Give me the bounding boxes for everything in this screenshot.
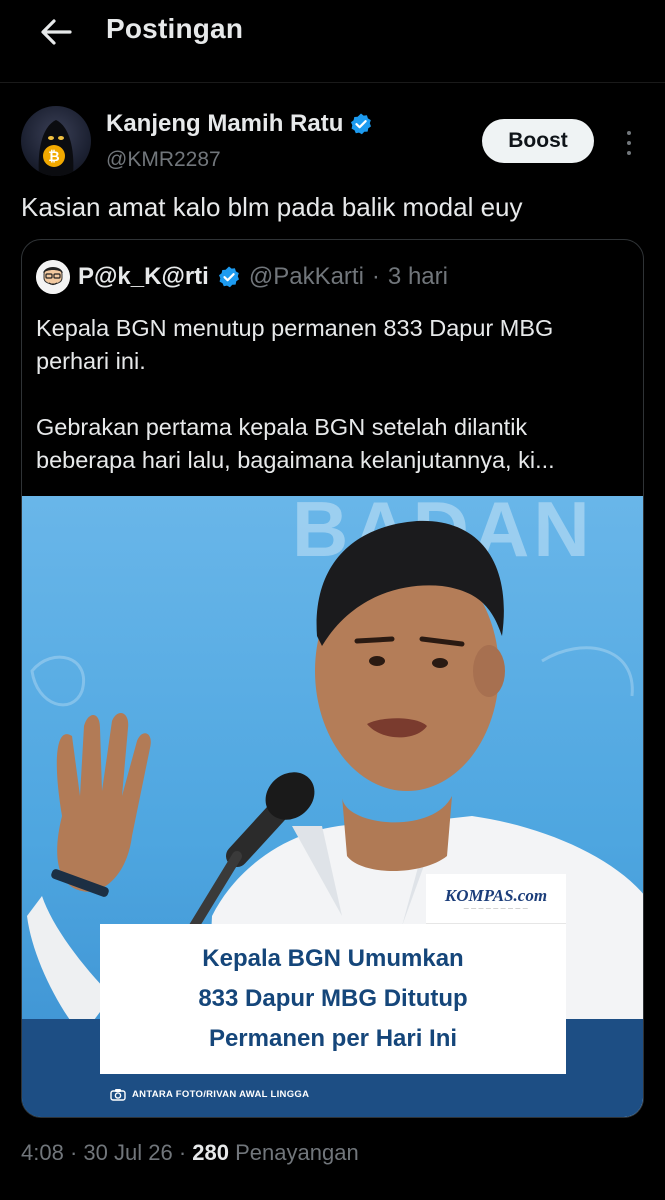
verified-badge-icon [351,113,372,135]
meta-separator: · [371,263,380,290]
top-bar: Postingan [0,0,665,62]
boost-button[interactable]: Boost [482,119,594,163]
header-divider [0,82,665,83]
quoted-avatar [36,260,70,294]
svg-text:₿: ₿ [48,149,59,165]
quoted-paragraph: Kepala BGN menutup permanen 833 Dapur MB… [36,315,554,374]
avatar-image: ₿ [38,120,74,176]
post-meta-footer: 4:08 · 30 Jul 26 · 280 Penayangan [21,1140,359,1166]
quoted-paragraph: Gebrakan pertama kepala BGN setelah dila… [36,414,555,473]
author-name-row[interactable]: Kanjeng Mamih Ratu [106,110,373,138]
quoted-timestamp: 3 hari [387,263,448,290]
post-text: Kasian amat kalo blm pada balik modal eu… [21,192,523,222]
post-date[interactable]: 30 Jul 26 [83,1140,172,1165]
quoted-author-handle: @PakKarti [248,263,364,290]
post-time[interactable]: 4:08 [21,1140,64,1165]
meta-separator: · [178,1140,187,1165]
photo-credit: ANTARA FOTO/RIVAN AWAL LINGGA [110,1088,309,1101]
headline-caption: Kepala BGN Umumkan 833 Dapur MBG Ditutup… [100,924,566,1074]
caption-line: 833 Dapur MBG Ditutup [198,985,468,1012]
quoted-post[interactable]: P@k_K@rti @PakKarti · 3 hari Kepala BGN … [21,239,644,1118]
quoted-post-header: P@k_K@rti @PakKarti · 3 hari [36,260,448,294]
camera-icon [110,1089,126,1101]
quoted-post-text: Kepala BGN menutup permanen 833 Dapur MB… [36,312,631,477]
author-handle[interactable]: @KMR2287 [106,148,221,172]
views-label: Penayangan [235,1140,359,1165]
quoted-author-name: P@k_K@rti [78,263,209,290]
page-title: Postingan [106,13,244,44]
caption-line: Permanen per Hari Ini [208,1025,458,1052]
arrow-left-icon [41,19,72,45]
author-name: Kanjeng Mamih Ratu [106,110,344,137]
meta-separator: · [69,1140,78,1165]
kompas-logo: KOMPAS.com — — — — — — — — — [426,874,566,924]
avatar[interactable]: ₿ [21,106,91,176]
quoted-media-image[interactable]: BADAN KOMPAS.com — — — — — — [22,496,643,1117]
caption-line: Kepala BGN Umumkan [202,945,464,972]
back-button[interactable] [38,14,74,50]
brand-tagline-mark: — — — — — — — — — [463,905,529,912]
more-vertical-icon[interactable] [620,128,638,158]
brand-label: KOMPAS.com [444,885,548,905]
verified-badge-icon [218,266,239,288]
credit-text: ANTARA FOTO/RIVAN AWAL LINGGA [132,1089,310,1100]
views-count: 280 [192,1140,229,1165]
